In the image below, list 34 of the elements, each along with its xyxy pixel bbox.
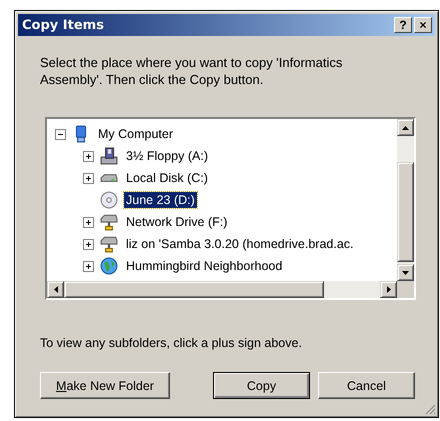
help-button[interactable]: ?	[394, 17, 412, 33]
cd-icon	[100, 191, 118, 209]
resize-grip-icon[interactable]	[424, 403, 436, 415]
tree-item[interactable]: Hummingbird Neighborhood	[124, 258, 284, 274]
down-arrow-icon[interactable]	[402, 270, 409, 274]
cancel-button[interactable]: Cancel	[318, 372, 415, 399]
hint-text: To view any subfolders, click a plus sign above.	[40, 336, 303, 350]
network-globe-icon	[100, 257, 118, 275]
floppy-drive-icon	[100, 147, 118, 165]
copy-button[interactable]: Copy	[213, 372, 310, 399]
expand-button[interactable]	[83, 150, 94, 162]
network-drive-icon	[100, 235, 118, 253]
tree-item[interactable]: June 23 (D:)	[124, 192, 197, 208]
left-arrow-icon[interactable]	[54, 286, 58, 293]
make-new-folder-button[interactable]: Make New Folder	[40, 372, 170, 399]
expand-button[interactable]	[83, 172, 94, 184]
window-title: Copy Items	[22, 18, 104, 32]
horizontal-scrollbar[interactable]	[47, 281, 397, 298]
tree-item[interactable]: Local Disk (C:)	[124, 170, 210, 186]
tree-item[interactable]: 3½ Floppy (A:)	[124, 148, 210, 164]
instruction-text: Select the place where you want to copy 'Informatics Assembly'. Then click the Copy button.	[40, 54, 344, 88]
right-arrow-icon[interactable]	[386, 286, 390, 293]
vertical-scrollbar[interactable]	[397, 119, 414, 281]
close-button[interactable]: ×	[414, 17, 432, 33]
expand-button[interactable]	[83, 260, 94, 272]
expand-button[interactable]	[83, 238, 94, 250]
expand-button[interactable]	[83, 216, 94, 228]
scrollbar-corner	[397, 281, 414, 298]
network-drive-icon	[100, 213, 118, 231]
tree-item[interactable]: Network Drive (F:)	[124, 214, 230, 230]
tree-item[interactable]: My Computer	[96, 126, 176, 142]
up-arrow-icon[interactable]	[402, 126, 409, 130]
collapse-button[interactable]	[55, 128, 66, 140]
tree-item[interactable]: liz on 'Samba 3.0.20 (homedrive.brad.ac.	[124, 236, 356, 252]
